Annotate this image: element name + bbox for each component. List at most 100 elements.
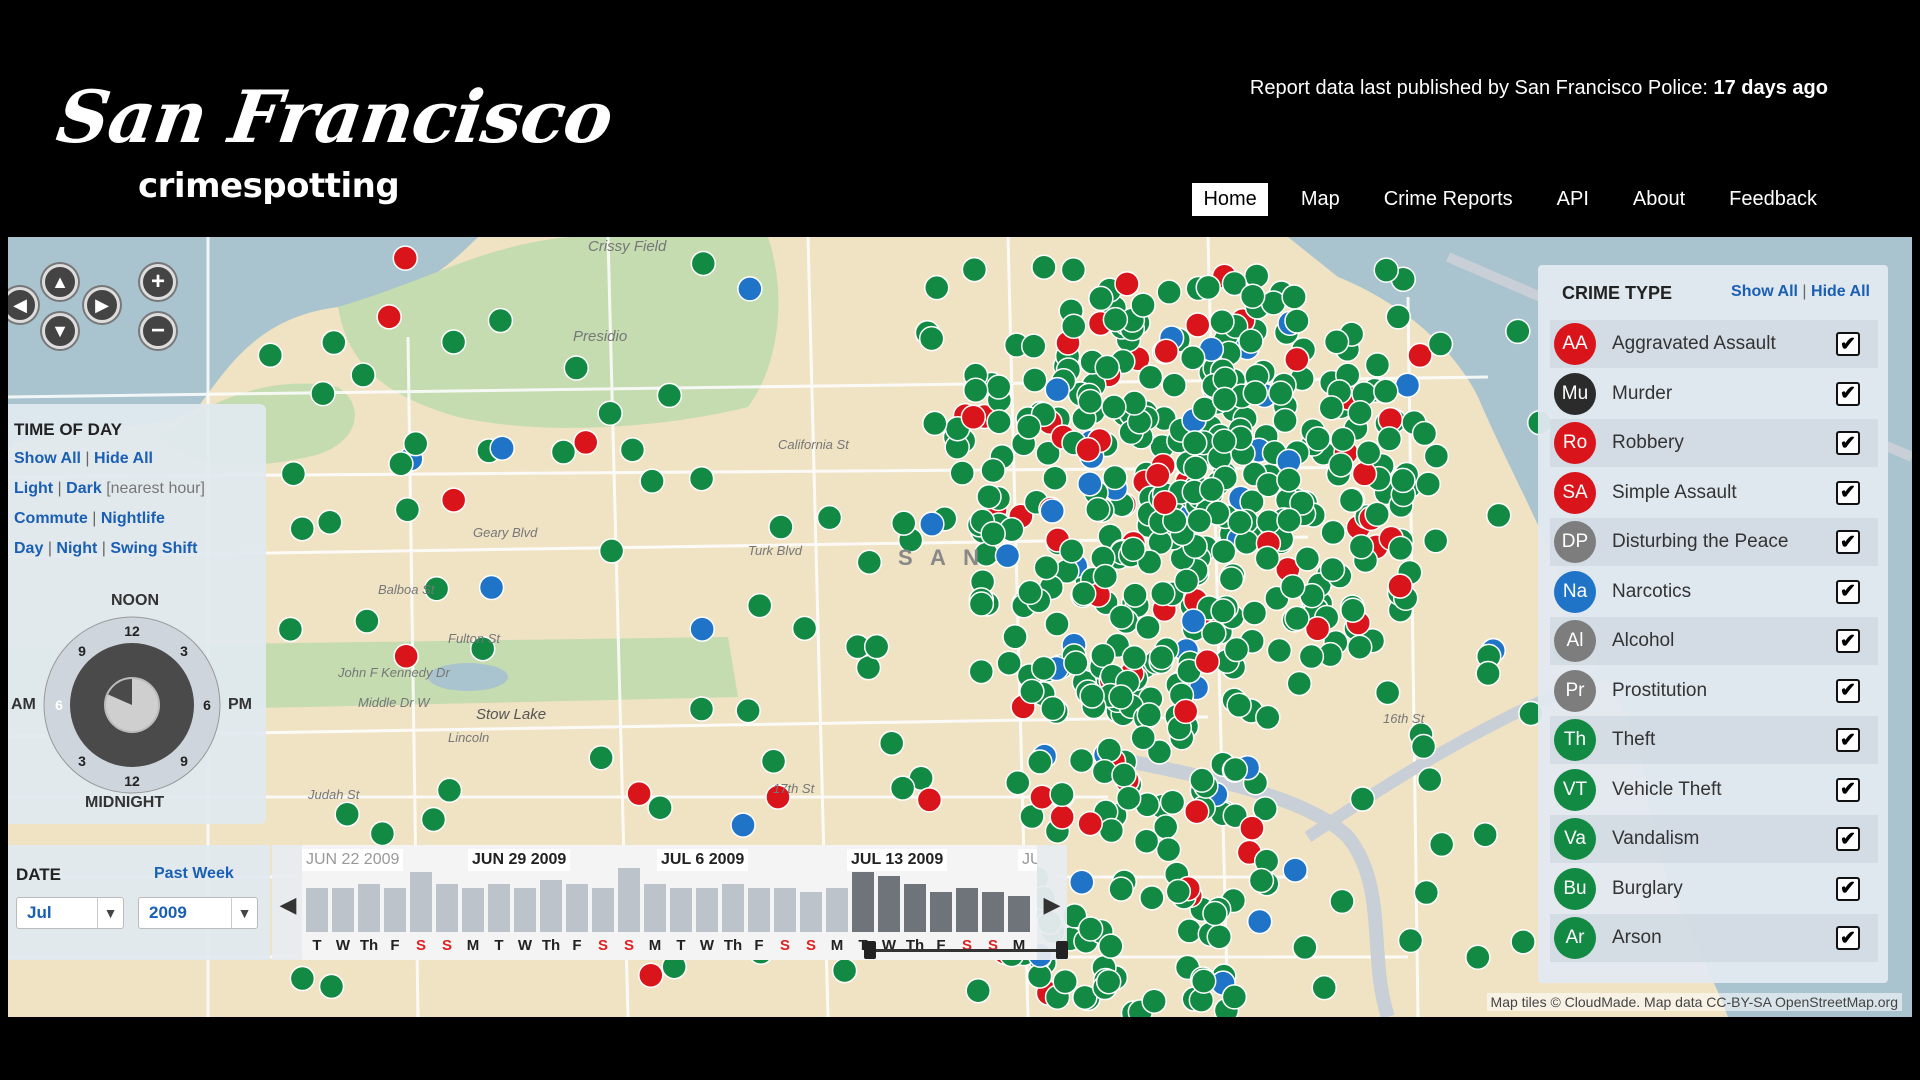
crime-marker[interactable] <box>354 608 380 634</box>
crime-marker[interactable] <box>1102 464 1128 491</box>
timeline-bar[interactable] <box>930 892 952 932</box>
crime-marker[interactable] <box>318 973 345 1000</box>
crime-marker[interactable] <box>737 276 763 302</box>
crime-marker[interactable] <box>1077 810 1103 837</box>
crime-type-row[interactable]: Na Narcotics ✔ <box>1550 568 1878 616</box>
crime-marker[interactable] <box>1387 535 1414 562</box>
crime-type-checkbox[interactable]: ✔ <box>1836 480 1860 505</box>
crime-marker[interactable] <box>1413 879 1440 906</box>
crime-type-checkbox[interactable]: ✔ <box>1836 381 1860 406</box>
crime-marker[interactable] <box>388 451 414 477</box>
crime-marker[interactable] <box>1095 968 1122 995</box>
crime-marker[interactable] <box>1286 670 1313 697</box>
nav-feedback[interactable]: Feedback <box>1718 183 1828 216</box>
crime-marker[interactable] <box>1198 476 1225 503</box>
zoom-out-button[interactable]: − <box>140 313 176 349</box>
crime-marker[interactable] <box>1159 789 1186 816</box>
crime-marker[interactable] <box>1318 395 1345 421</box>
crime-marker[interactable] <box>1410 733 1437 760</box>
crime-marker[interactable] <box>890 510 917 536</box>
crime-marker[interactable] <box>440 329 467 355</box>
tod-night-link[interactable]: Night <box>56 540 97 557</box>
crime-type-row[interactable]: SA Simple Assault ✔ <box>1550 469 1878 517</box>
crime-marker[interactable] <box>1349 786 1376 812</box>
crime-marker[interactable] <box>1206 924 1233 950</box>
crime-marker[interactable] <box>638 962 664 988</box>
timeline-bar[interactable] <box>566 884 588 932</box>
tod-show-all-link[interactable]: Show All <box>14 450 81 467</box>
crime-marker[interactable] <box>1282 857 1308 883</box>
timeline-bar[interactable] <box>982 892 1004 932</box>
crime-marker[interactable] <box>994 542 1021 569</box>
crime-marker[interactable] <box>689 616 715 642</box>
crime-marker[interactable] <box>1472 821 1498 848</box>
crime-marker[interactable] <box>1284 308 1310 334</box>
crime-marker[interactable] <box>1222 756 1249 783</box>
crime-type-checkbox[interactable]: ✔ <box>1836 431 1860 455</box>
crime-marker[interactable] <box>392 245 419 271</box>
crime-marker[interactable] <box>1120 536 1146 563</box>
crime-marker[interactable] <box>1415 471 1441 497</box>
timeline-bar[interactable] <box>462 888 484 932</box>
crime-marker[interactable] <box>735 697 761 724</box>
crime-marker[interactable] <box>1044 376 1071 403</box>
timeline-bar[interactable] <box>540 880 562 932</box>
crime-marker[interactable] <box>289 515 315 542</box>
tod-hide-all-link[interactable]: Hide All <box>94 450 153 467</box>
crime-marker[interactable] <box>1079 683 1105 709</box>
crime-marker[interactable] <box>1254 545 1281 572</box>
month-select[interactable]: Jul ▼ <box>16 897 124 929</box>
crime-marker[interactable] <box>791 615 818 642</box>
timeline-bar[interactable] <box>956 888 978 932</box>
crime-type-checkbox[interactable]: ✔ <box>1836 530 1860 554</box>
crime-marker[interactable] <box>1510 929 1536 955</box>
crime-marker[interactable] <box>980 521 1006 547</box>
crime-marker[interactable] <box>436 777 463 804</box>
crime-marker[interactable] <box>922 410 948 437</box>
crime-type-checkbox[interactable]: ✔ <box>1836 777 1860 802</box>
crime-marker[interactable] <box>1115 785 1142 811</box>
pan-down-button[interactable]: ▼ <box>42 313 78 349</box>
crime-marker[interactable] <box>690 250 717 277</box>
crime-marker[interactable] <box>1060 313 1087 339</box>
crime-marker[interactable] <box>1272 407 1298 434</box>
crime-marker[interactable] <box>1319 556 1346 583</box>
crime-marker[interactable] <box>1088 285 1114 312</box>
crime-marker[interactable] <box>1374 679 1401 706</box>
crime-marker[interactable] <box>1179 345 1206 371</box>
tod-commute-link[interactable]: Commute <box>14 510 88 527</box>
crime-marker[interactable] <box>1239 815 1265 841</box>
crime-marker[interactable] <box>1102 306 1129 333</box>
crime-marker[interactable] <box>985 374 1012 400</box>
crime-marker[interactable] <box>949 460 975 486</box>
crime-marker[interactable] <box>889 775 916 801</box>
crime-marker[interactable] <box>1189 767 1215 793</box>
crime-marker[interactable] <box>1390 467 1416 494</box>
crime-marker[interactable] <box>1266 637 1293 664</box>
pan-up-button[interactable]: ▲ <box>42 264 78 300</box>
crime-marker[interactable] <box>1276 507 1302 534</box>
crime-marker[interactable] <box>1130 292 1156 318</box>
crime-marker[interactable] <box>962 377 989 404</box>
crime-marker[interactable] <box>1226 692 1252 718</box>
crime-marker[interactable] <box>1019 678 1045 705</box>
crime-marker[interactable] <box>1111 762 1137 788</box>
crime-marker[interactable] <box>1070 580 1097 607</box>
timeline-bar[interactable] <box>696 888 718 932</box>
timeline-bar[interactable] <box>644 884 666 932</box>
crime-marker[interactable] <box>1152 489 1178 516</box>
crime-marker[interactable] <box>440 487 467 513</box>
crime-marker[interactable] <box>1094 354 1120 381</box>
timeline-bar[interactable] <box>800 892 822 932</box>
crime-type-checkbox[interactable]: ✔ <box>1836 728 1860 752</box>
crime-marker[interactable] <box>1223 636 1250 663</box>
timeline-range-slider[interactable] <box>870 949 1060 952</box>
timeline-bar[interactable] <box>358 884 380 932</box>
crime-marker[interactable] <box>831 957 858 984</box>
crime-marker[interactable] <box>550 439 577 465</box>
crime-marker[interactable] <box>1017 579 1043 606</box>
timeline-prev-button[interactable]: ◀ <box>276 885 300 925</box>
crime-marker[interactable] <box>1133 828 1160 854</box>
crime-marker[interactable] <box>986 409 1012 435</box>
nav-map[interactable]: Map <box>1290 183 1351 216</box>
